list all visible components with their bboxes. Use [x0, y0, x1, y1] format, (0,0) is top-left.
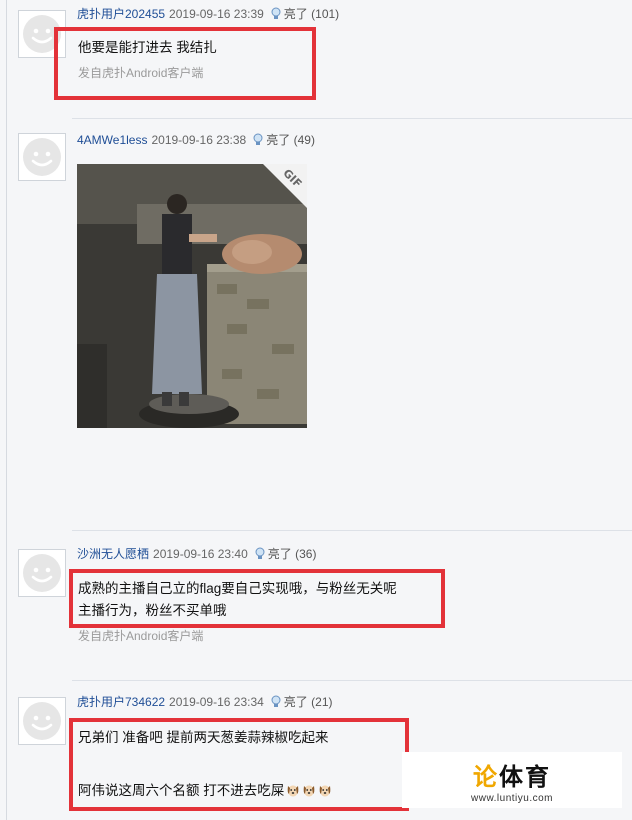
post-divider	[72, 530, 632, 531]
light-label: 亮了	[283, 7, 308, 21]
post-time: 2019-09-16 23:34	[169, 695, 264, 709]
watermark-logo-accent: 论	[473, 763, 499, 791]
watermark-logo-rest: 体育	[499, 763, 551, 791]
lightbulb-icon	[255, 547, 265, 559]
lightbulb-icon	[253, 133, 263, 145]
watermark-logo: 论体育	[473, 757, 551, 792]
post-meta: 虎扑用户202455 2019-09-16 23:39 亮了 (101)	[77, 6, 339, 22]
watermark-logo-text: 论体育	[473, 757, 551, 792]
username-link[interactable]: 4AMWe1less	[77, 133, 147, 147]
post-meta: 沙洲无人愿栖 2019-09-16 23:40 亮了 (36)	[77, 546, 316, 562]
avatar[interactable]	[18, 133, 66, 181]
avatar-placeholder-icon	[23, 138, 61, 176]
light-count: (101)	[311, 7, 340, 21]
light-label: 亮了	[283, 695, 308, 709]
username-link[interactable]: 沙洲无人愿栖	[77, 547, 149, 561]
post-meta: 4AMWe1less 2019-09-16 23:38 亮了 (49)	[77, 132, 315, 148]
username-link[interactable]: 虎扑用户734622	[77, 695, 165, 709]
post-time: 2019-09-16 23:38	[151, 133, 247, 147]
light-button[interactable]: 亮了 (21)	[270, 695, 333, 709]
light-button[interactable]: 亮了 (36)	[254, 547, 317, 561]
username-link[interactable]: 虎扑用户202455	[77, 7, 165, 21]
watermark-url: www.luntiyu.com	[471, 792, 553, 804]
light-count: (36)	[295, 547, 317, 561]
post-divider	[72, 680, 632, 681]
lightbulb-icon	[271, 7, 281, 19]
post-time: 2019-09-16 23:40	[153, 547, 248, 561]
avatar[interactable]	[18, 697, 66, 745]
light-button[interactable]: 亮了 (101)	[270, 7, 339, 21]
avatar-placeholder-icon	[23, 554, 61, 592]
avatar-placeholder-icon	[23, 702, 61, 740]
highlight-box	[69, 718, 409, 811]
post-divider	[72, 118, 632, 119]
highlight-box	[54, 27, 316, 100]
post-meta: 虎扑用户734622 2019-09-16 23:34 亮了 (21)	[77, 694, 333, 710]
light-button[interactable]: 亮了 (49)	[252, 133, 315, 147]
gif-image[interactable]: GIF	[77, 164, 307, 428]
light-count: (21)	[311, 695, 333, 709]
light-count: (49)	[293, 133, 315, 147]
thread-left-border	[6, 0, 7, 820]
site-watermark: 论体育 www.luntiyu.com	[402, 752, 622, 808]
lightbulb-icon	[271, 695, 281, 707]
light-label: 亮了	[266, 133, 291, 147]
post-source: 发自虎扑Android客户端	[78, 629, 204, 643]
post-time: 2019-09-16 23:39	[169, 7, 264, 21]
light-label: 亮了	[267, 547, 292, 561]
avatar[interactable]	[18, 549, 66, 597]
highlight-box	[69, 569, 445, 628]
